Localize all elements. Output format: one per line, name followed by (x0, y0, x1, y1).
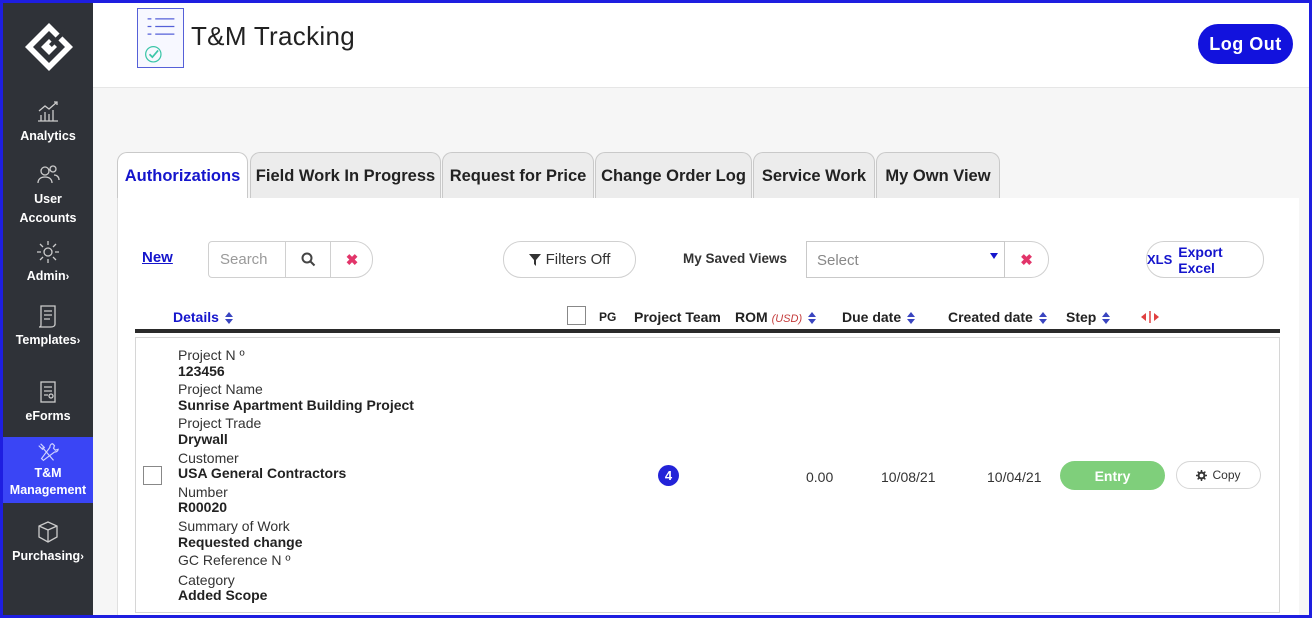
detail-label: Category (178, 571, 235, 588)
saved-views-select[interactable]: Select (806, 241, 1005, 278)
saved-views-group: Select ✖ (806, 241, 1049, 278)
detail-label: Project N º (178, 347, 245, 363)
saved-views-value: Select (817, 252, 859, 269)
row-details: Project N º 123456 Project Name Sunrise … (178, 347, 414, 607)
sidebar-item-label: User Accounts (19, 192, 77, 225)
sidebar-item-user-accounts[interactable]: User Accounts (3, 162, 93, 228)
caret-down-icon (990, 253, 998, 259)
tab-my-own-view[interactable]: My Own View (876, 152, 1000, 199)
column-pg: PG (599, 310, 617, 324)
table-header: Details PG Project Team ROM (USD) Due da… (135, 303, 1280, 333)
column-due-date[interactable]: Due date (842, 309, 916, 325)
detail-label: GC Reference N º (178, 552, 291, 569)
detail-label: Customer (178, 449, 239, 466)
new-link[interactable]: New (142, 249, 173, 266)
table-row[interactable]: Project N º 123456 Project Name Sunrise … (135, 337, 1280, 613)
xls-icon: XLS (1147, 252, 1173, 267)
chevron-right-icon: › (80, 551, 84, 563)
column-details[interactable]: Details (173, 309, 233, 325)
sort-icon (808, 312, 817, 325)
sidebar-item-tm-management[interactable]: T&M Management (3, 437, 93, 503)
logout-button[interactable]: Log Out (1198, 24, 1293, 64)
clear-saved-view-button[interactable]: ✖ (1005, 241, 1049, 278)
column-project-team: Project Team (634, 309, 721, 325)
tab-field-work-in-progress[interactable]: Field Work In Progress (250, 152, 441, 199)
detail-value: Added Scope (178, 587, 268, 604)
clear-search-button[interactable]: ✖ (330, 242, 373, 277)
gear-icon (1196, 469, 1208, 481)
close-icon: ✖ (345, 251, 359, 269)
sidebar-item-templates[interactable]: Templates› (3, 303, 93, 351)
detail-label: Summary of Work (178, 517, 290, 534)
chevron-right-icon: › (65, 271, 70, 283)
chevron-right-icon: › (76, 335, 81, 347)
step-badge[interactable]: Entry (1060, 461, 1165, 490)
sidebar-item-purchasing[interactable]: Purchasing› (3, 519, 93, 567)
detail-label: Project Trade (178, 415, 262, 432)
copy-label: Copy (1212, 468, 1241, 482)
row-checkbox[interactable] (143, 466, 162, 485)
detail-label: Project Name (178, 381, 263, 398)
select-all-checkbox[interactable] (567, 306, 586, 325)
sidebar-item-analytics[interactable]: Analytics (3, 99, 93, 146)
sort-icon (1038, 312, 1047, 325)
detail-value: Drywall (178, 430, 228, 447)
copy-button[interactable]: Copy (1176, 461, 1261, 489)
sidebar-item-label: Purchasing (12, 549, 81, 563)
tools-icon (38, 443, 59, 462)
analytics-icon (38, 101, 58, 122)
tab-service-work[interactable]: Service Work (753, 152, 875, 199)
search-button[interactable] (285, 242, 330, 277)
document-icon (38, 305, 56, 328)
column-created-date[interactable]: Created date (948, 309, 1047, 325)
detail-value: Requested change (178, 533, 303, 550)
users-icon (37, 165, 60, 184)
due-date-value: 10/08/21 (881, 469, 936, 485)
rom-value: 0.00 (806, 469, 834, 485)
detail-value: 123456 (178, 362, 225, 379)
box-icon (38, 521, 58, 543)
sidebar-item-admin[interactable]: Admin› (3, 239, 93, 287)
app-header: T&M Tracking Log Out (93, 3, 1309, 88)
export-label: Export Excel (1178, 243, 1223, 276)
sidebar-item-label: Templates (15, 333, 77, 347)
sort-icon (1102, 312, 1111, 325)
search-input[interactable] (209, 242, 285, 277)
sort-icon (224, 312, 233, 325)
filters-button[interactable]: Filters Off (503, 241, 636, 278)
sidebar-item-label: Admin (26, 269, 66, 283)
tab-change-order-log[interactable]: Change Order Log (595, 152, 752, 199)
created-date-value: 10/04/21 (987, 469, 1042, 485)
close-icon: ✖ (1020, 251, 1033, 269)
tab-authorizations[interactable]: Authorizations (117, 152, 248, 200)
page-title: T&M Tracking (191, 21, 355, 51)
column-rom[interactable]: ROM (USD) (735, 309, 817, 325)
sidebar-item-label: eForms (25, 409, 71, 423)
gear-icon (37, 241, 59, 263)
saved-views-label: My Saved Views (683, 251, 788, 266)
company-logo-icon[interactable] (23, 21, 75, 73)
checklist-icon (137, 8, 184, 68)
sidebar-item-eforms[interactable]: eForms (3, 379, 93, 426)
filters-label: Filters Off (545, 251, 611, 268)
filter-icon (528, 253, 541, 266)
search-icon (301, 252, 315, 267)
resize-columns-icon[interactable] (1141, 311, 1159, 323)
detail-value: USA General Contractors (178, 465, 347, 482)
project-team-badge[interactable]: 4 (658, 465, 679, 486)
export-excel-button[interactable]: XLS Export Excel (1146, 241, 1264, 278)
rom-unit: (USD) (771, 313, 803, 325)
column-step[interactable]: Step (1066, 309, 1111, 325)
form-icon (40, 381, 56, 403)
sidebar: Analytics User Accounts Admin› Templates… (3, 3, 93, 615)
sidebar-item-label: Analytics (20, 129, 76, 143)
detail-value: R00020 (178, 499, 228, 516)
sort-icon (907, 312, 916, 325)
search-group: ✖ (208, 241, 373, 278)
detail-label: Number (178, 483, 228, 500)
sidebar-item-label: T&M Management (9, 466, 87, 497)
detail-value: Sunrise Apartment Building Project (178, 396, 414, 413)
tab-request-for-price[interactable]: Request for Price (442, 152, 594, 199)
